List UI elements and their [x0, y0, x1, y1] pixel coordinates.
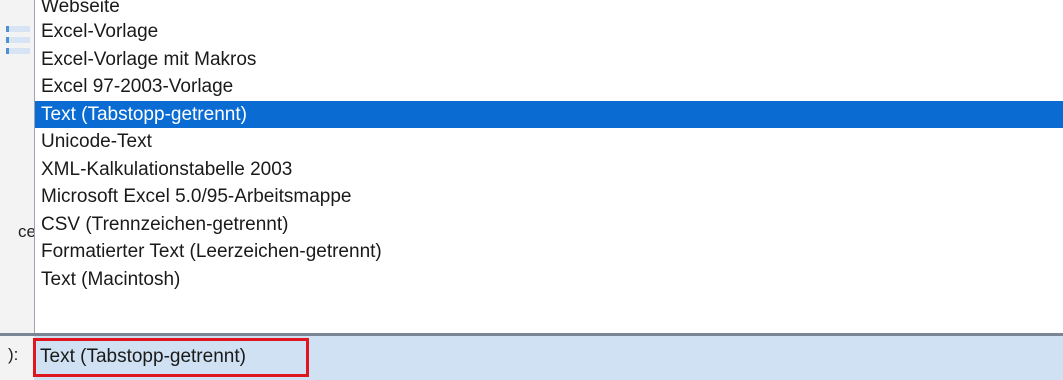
dropdown-option-excel-97-2003-vorlage[interactable]: Excel 97-2003-Vorlage — [35, 73, 1063, 101]
dropdown-option-webseite[interactable]: Webseite — [35, 0, 1063, 18]
dropdown-option-xml-kalkulationstabelle[interactable]: XML-Kalkulationstabelle 2003 — [35, 156, 1063, 184]
folder-view-icon — [6, 26, 30, 66]
save-as-dialog: cel ): Webseite Excel-Vorlage Excel-Vorl… — [0, 0, 1063, 380]
file-type-selected-value: Text (Tabstopp-getrennt) — [40, 346, 246, 367]
dropdown-option-csv[interactable]: CSV (Trennzeichen-getrennt) — [35, 211, 1063, 239]
dropdown-option-excel-5-95[interactable]: Microsoft Excel 5.0/95-Arbeitsmappe — [35, 183, 1063, 211]
dropdown-option-excel-vorlage[interactable]: Excel-Vorlage — [35, 18, 1063, 46]
dropdown-option-formatierter-text[interactable]: Formatierter Text (Leerzeichen-getrennt) — [35, 238, 1063, 266]
dropdown-option-excel-vorlage-makros[interactable]: Excel-Vorlage mit Makros — [35, 46, 1063, 74]
file-type-dropdown-list[interactable]: Webseite Excel-Vorlage Excel-Vorlage mit… — [34, 0, 1063, 333]
dropdown-option-unicode-text[interactable]: Unicode-Text — [35, 128, 1063, 156]
dropdown-option-text-macintosh[interactable]: Text (Macintosh) — [35, 266, 1063, 294]
file-type-label-partial: ): — [8, 345, 19, 364]
dropdown-option-text-tabstopp[interactable]: Text (Tabstopp-getrennt) — [35, 100, 1063, 128]
dialog-background-panel: cel ): — [0, 0, 38, 380]
file-type-select[interactable]: Text (Tabstopp-getrennt) — [34, 336, 1063, 380]
